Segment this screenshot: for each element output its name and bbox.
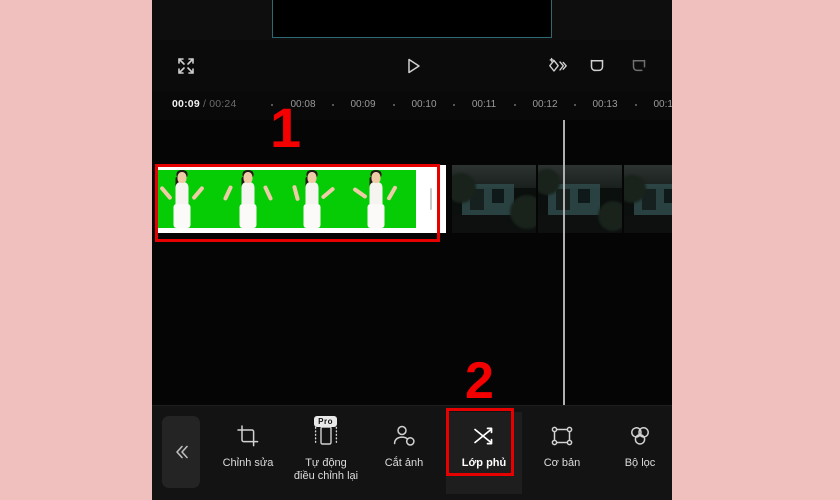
toolbar-label: Chỉnh sửa	[222, 457, 274, 469]
timeline-thumbnail[interactable]	[452, 165, 536, 233]
playhead[interactable]	[563, 120, 565, 405]
cutout-icon	[391, 421, 417, 451]
ruler-tick-dot	[453, 104, 455, 106]
toolbar-label: Cắt ảnh	[384, 457, 424, 469]
ruler-tick-label: 00:11	[471, 99, 497, 110]
time-indicator: 00:09 / 00:24	[172, 98, 237, 110]
ruler-tick-dot	[393, 104, 395, 106]
reframe-icon: Pro	[311, 416, 341, 451]
time-separator: /	[199, 98, 210, 110]
annotation-box-tool	[446, 408, 514, 476]
video-preview-area	[152, 0, 672, 40]
phone-screenshot: 00:09 / 00:24 00:08 00:09 00:10 00:11 00:12 0…	[152, 0, 672, 500]
bottom-toolbar: Chỉnh sửa Pro Tự động điều chỉnh lại Cắt…	[152, 405, 672, 500]
ruler-tick-dot	[635, 104, 637, 106]
toolbar-item-auto-reframe[interactable]: Pro Tự động điều chỉnh lại	[288, 412, 364, 494]
fullscreen-icon[interactable]	[171, 51, 201, 81]
toolbar-item-cutout[interactable]: Cắt ảnh	[366, 412, 442, 494]
total-time: 00:24	[209, 98, 237, 110]
ruler-tick-label: 00:13	[592, 99, 618, 110]
filter-circles-icon	[627, 421, 653, 451]
crop-icon	[236, 421, 260, 451]
ruler-tick-dot	[332, 104, 334, 106]
timeline-thumbnail[interactable]	[538, 165, 622, 233]
ruler-tick-label: 00:14	[653, 99, 672, 110]
toolbar-item-basic[interactable]: Cơ bản	[524, 412, 600, 494]
annotation-number-1: 1	[270, 96, 302, 159]
collapse-toolbar-button[interactable]	[162, 416, 200, 488]
toolbar-label: Cơ bản	[543, 457, 581, 469]
player-control-bar	[152, 40, 672, 92]
ruler-tick-label: 00:12	[532, 99, 558, 110]
toolbar-item-edit[interactable]: Chỉnh sửa	[210, 412, 286, 494]
keyframe-icon[interactable]	[542, 51, 572, 81]
annotation-box-clip	[155, 164, 440, 242]
pro-badge: Pro	[314, 416, 337, 427]
frame-icon	[549, 421, 575, 451]
timeline-track-area[interactable]	[152, 120, 672, 405]
current-time: 00:09	[172, 98, 200, 110]
annotation-number-2: 2	[465, 352, 494, 410]
redo-icon[interactable]	[624, 51, 654, 81]
ruler-tick-dot	[574, 104, 576, 106]
toolbar-label: Tự động điều chỉnh lại	[293, 457, 359, 482]
ruler-tick-label: 00:09	[350, 99, 376, 110]
toolbar-item-filter[interactable]: Bộ lọc	[602, 412, 672, 494]
play-icon[interactable]	[398, 51, 428, 81]
ruler-tick-dot	[514, 104, 516, 106]
ruler-tick-label: 00:10	[411, 99, 437, 110]
timeline-thumbnail[interactable]	[624, 165, 672, 233]
timeline-ruler[interactable]: 00:09 / 00:24 00:08 00:09 00:10 00:11 00:12 0…	[152, 92, 672, 120]
preview-frame[interactable]	[272, 0, 552, 38]
toolbar-label: Bộ lọc	[624, 457, 656, 469]
undo-icon[interactable]	[582, 51, 612, 81]
